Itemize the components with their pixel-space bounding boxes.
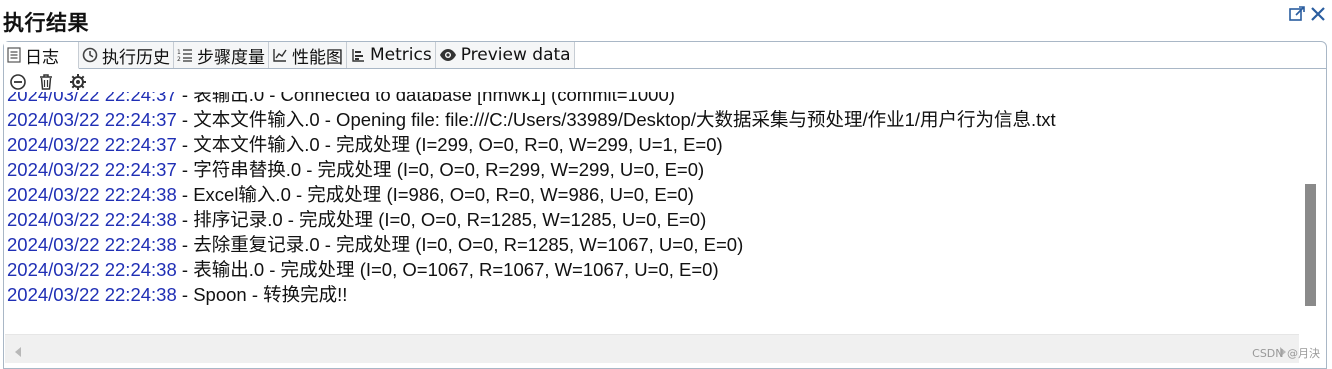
log-message: - 表输出.0 - Connected to database [nmwk1] … — [176, 92, 675, 105]
log-message: - Excel输入.0 - 完成处理 (I=986, O=0, R=0, W=9… — [176, 184, 694, 205]
tab-performance-chart[interactable]: 性能图 — [269, 42, 347, 68]
clear-log-button[interactable] — [8, 72, 28, 92]
log-message: - 表输出.0 - 完成处理 (I=0, O=1067, R=1067, W=1… — [176, 259, 719, 280]
tab-log[interactable]: 日志 — [4, 42, 79, 69]
step-metrics-icon: 12 — [177, 47, 193, 63]
log-timestamp: 2024/03/22 22:24:37 — [7, 134, 177, 155]
eye-icon — [439, 48, 457, 62]
log-icon — [7, 47, 21, 63]
vertical-scroll-thumb[interactable] — [1305, 184, 1316, 306]
history-icon — [82, 47, 98, 63]
log-timestamp: 2024/03/22 22:24:38 — [7, 259, 177, 280]
panel-title: 执行结果 — [3, 11, 89, 35]
tab-preview-data[interactable]: Preview data — [435, 42, 575, 68]
tab-bar: 日志 执行历史 12 步骤度量 性能图 Metrics Preview data — [4, 42, 575, 69]
log-timestamp: 2024/03/22 22:24:37 — [7, 92, 177, 105]
svg-text:1: 1 — [177, 49, 181, 56]
tab-label: 日志 — [25, 47, 59, 68]
tab-metrics[interactable]: Metrics — [347, 42, 436, 68]
vertical-scrollbar[interactable] — [1300, 92, 1325, 334]
title-bar: 执行结果 — [0, 0, 1332, 38]
log-timestamp: 2024/03/22 22:24:38 — [7, 284, 177, 305]
log-message: - 排序记录.0 - 完成处理 (I=0, O=0, R=1285, W=128… — [176, 209, 707, 230]
tab-label: 步骤度量 — [197, 47, 265, 68]
log-line: 2024/03/22 22:24:37 - 文本文件输入.0 - 完成处理 (I… — [7, 132, 723, 157]
log-line: 2024/03/22 22:24:37 - 字符串替换.0 - 完成处理 (I=… — [7, 157, 704, 182]
log-message: - 字符串替换.0 - 完成处理 (I=0, O=0, R=299, W=299… — [176, 159, 705, 180]
tab-execution-history[interactable]: 执行历史 — [79, 42, 174, 68]
log-message: - 文本文件输入.0 - 完成处理 (I=299, O=0, R=0, W=29… — [176, 134, 723, 155]
minus-circle-icon — [10, 74, 26, 90]
log-timestamp: 2024/03/22 22:24:38 — [7, 234, 177, 255]
horizontal-scrollbar[interactable] — [5, 334, 1299, 363]
performance-chart-icon — [272, 47, 288, 63]
metrics-icon — [350, 47, 366, 63]
results-panel: 日志 执行历史 12 步骤度量 性能图 Metrics Preview data… — [3, 41, 1327, 369]
log-line: 2024/03/22 22:24:38 - 去除重复记录.0 - 完成处理 (I… — [7, 232, 743, 257]
log-timestamp: 2024/03/22 22:24:37 — [7, 159, 177, 180]
svg-text:2: 2 — [177, 56, 181, 63]
log-message: - 去除重复记录.0 - 完成处理 (I=0, O=0, R=1285, W=1… — [176, 234, 744, 255]
log-text-area[interactable]: 2024/03/22 22:24:37 - 表输出.0 - Connected … — [5, 92, 1299, 334]
log-line: 2024/03/22 22:24:38 - Spoon - 转换完成!! — [7, 282, 347, 307]
tab-label: Preview data — [460, 45, 571, 65]
log-message: - 文本文件输入.0 - Opening file: file:///C:/Us… — [176, 109, 1056, 130]
watermark: CSDN @月決 — [1252, 347, 1320, 360]
close-icon[interactable] — [1309, 5, 1329, 25]
log-settings-button[interactable] — [68, 72, 88, 92]
tab-label: 性能图 — [292, 47, 343, 68]
tab-step-metrics[interactable]: 12 步骤度量 — [174, 42, 269, 68]
delete-log-button[interactable] — [36, 72, 56, 92]
trash-icon — [40, 74, 52, 90]
log-timestamp: 2024/03/22 22:24:37 — [7, 109, 177, 130]
detach-icon[interactable] — [1288, 5, 1308, 25]
tab-label: 执行历史 — [102, 47, 170, 68]
log-timestamp: 2024/03/22 22:24:38 — [7, 184, 177, 205]
log-line: 2024/03/22 22:24:38 - 表输出.0 - 完成处理 (I=0,… — [7, 257, 719, 282]
log-toolbar — [8, 71, 88, 93]
tab-label: Metrics — [370, 45, 432, 65]
log-timestamp: 2024/03/22 22:24:38 — [7, 209, 177, 230]
log-line: 2024/03/22 22:24:38 - Excel输入.0 - 完成处理 (… — [7, 182, 694, 207]
log-message: - Spoon - 转换完成!! — [176, 284, 348, 305]
gear-icon — [70, 74, 86, 90]
scroll-left-icon[interactable] — [13, 343, 23, 362]
log-line: 2024/03/22 22:24:38 - 排序记录.0 - 完成处理 (I=0… — [7, 207, 706, 232]
log-line: 2024/03/22 22:24:37 - 文本文件输入.0 - Opening… — [7, 107, 1056, 132]
log-line: 2024/03/22 22:24:37 - 表输出.0 - Connected … — [7, 92, 675, 107]
